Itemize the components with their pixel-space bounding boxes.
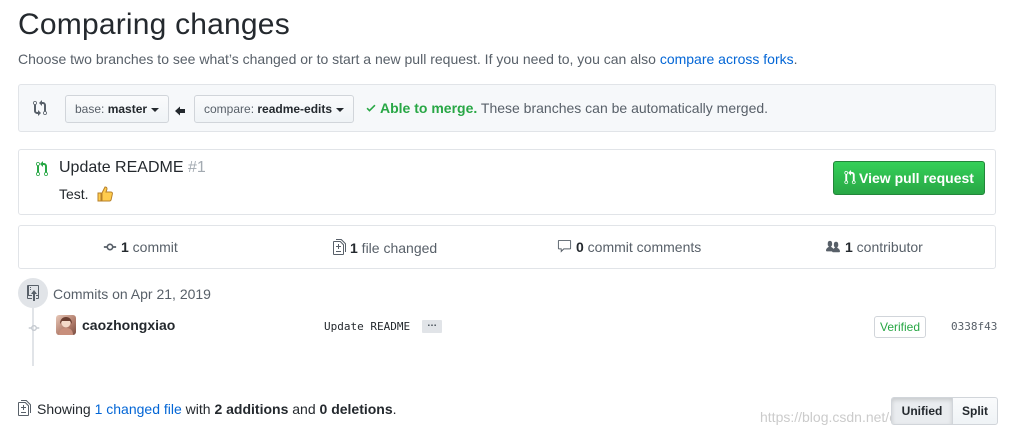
diff-summary: Showing 1 changed file with 2 additions …: [18, 400, 397, 417]
expand-commit-button[interactable]: …: [422, 319, 442, 333]
stat-commit-comments[interactable]: 0 commit comments: [557, 239, 701, 255]
base-branch-name: master: [107, 102, 148, 116]
comments-count: 0: [576, 239, 584, 255]
commit-sha[interactable]: 0338f43: [951, 320, 997, 333]
page-title: Comparing changes: [18, 8, 290, 41]
pr-number: #1: [187, 159, 206, 176]
triangle-down-icon: [336, 107, 345, 112]
merge-status: Able to merge. These branches can be aut…: [365, 100, 768, 116]
commits-timeline-badge: [18, 278, 48, 308]
diff-with: with: [181, 401, 215, 417]
pr-title-text[interactable]: Update README: [59, 159, 184, 176]
unified-view-button[interactable]: Unified: [891, 397, 953, 425]
split-view-button[interactable]: Split: [952, 397, 998, 425]
base-branch-select[interactable]: base: master: [65, 95, 170, 123]
check-icon: [366, 104, 376, 112]
merge-text: These branches can be automatically merg…: [477, 100, 769, 116]
git-commit-icon: [103, 243, 117, 251]
commits-date-heading: Commits on Apr 21, 2019: [53, 286, 211, 302]
files-count: 1: [350, 240, 358, 256]
files-label: file changed: [357, 240, 438, 256]
range-editor: base: master compare: readme-edits Able …: [18, 84, 996, 132]
verified-badge[interactable]: Verified: [874, 316, 927, 338]
additions-count: 2 additions: [214, 401, 289, 417]
people-icon: [826, 240, 840, 253]
page-subtitle: Choose two branches to see what’s change…: [18, 51, 798, 67]
stat-files-changed[interactable]: 1 file changed: [333, 239, 437, 256]
file-diff-icon: [333, 239, 346, 255]
contributors-count: 1: [845, 239, 853, 255]
subtitle-end: .: [793, 51, 798, 67]
deletions-count: 0 deletions: [319, 401, 393, 417]
author-avatar[interactable]: [56, 315, 76, 335]
git-compare-icon[interactable]: [33, 100, 49, 119]
diff-and: and: [288, 401, 320, 417]
base-prefix: base:: [75, 102, 108, 116]
compare-branch-select[interactable]: compare: readme-edits: [194, 95, 355, 123]
arrow-left-icon: [175, 103, 185, 119]
stat-commits[interactable]: 1 commit: [103, 239, 178, 255]
file-diff-icon: [18, 400, 31, 416]
changed-files-link[interactable]: 1 changed file: [95, 401, 182, 417]
commit-author[interactable]: caozhongxiao: [82, 317, 175, 333]
git-commit-icon: [28, 321, 40, 337]
commit-message[interactable]: Update README: [324, 320, 410, 333]
merge-ok-label: Able to merge.: [380, 100, 478, 116]
repo-push-icon: [27, 285, 39, 301]
commits-label: commit: [128, 239, 178, 255]
git-pull-request-icon: [35, 161, 49, 180]
view-pull-request-button[interactable]: View pull request: [833, 161, 985, 195]
diff-prefix: Showing: [37, 401, 95, 417]
summary-stats: 1 commit 1 file changed 0 commit comment…: [18, 225, 996, 269]
comment-icon: [557, 239, 572, 253]
pr-title[interactable]: Update README #1: [59, 159, 206, 177]
compare-prefix: compare:: [204, 102, 258, 116]
thumbs-up-icon: [96, 185, 114, 206]
pr-description-text: Test.: [59, 186, 89, 203]
subtitle-text: Choose two branches to see what’s change…: [18, 51, 660, 67]
pull-request-box: Update README #1 Test. View pull request: [18, 149, 996, 215]
commits-count: 1: [121, 239, 129, 255]
contributors-label: contributor: [852, 239, 923, 255]
diff-end: .: [392, 401, 397, 417]
git-pull-request-icon: [844, 170, 856, 185]
pr-description: Test.: [59, 185, 114, 206]
comments-label: commit comments: [583, 239, 702, 255]
compare-branch-name: readme-edits: [257, 102, 333, 116]
timeline-line: [32, 308, 34, 366]
compare-across-forks-link[interactable]: compare across forks: [660, 51, 794, 67]
view-pull-request-label: View pull request: [859, 170, 974, 186]
triangle-down-icon: [151, 107, 160, 112]
stat-contributors[interactable]: 1 contributor: [825, 239, 923, 255]
